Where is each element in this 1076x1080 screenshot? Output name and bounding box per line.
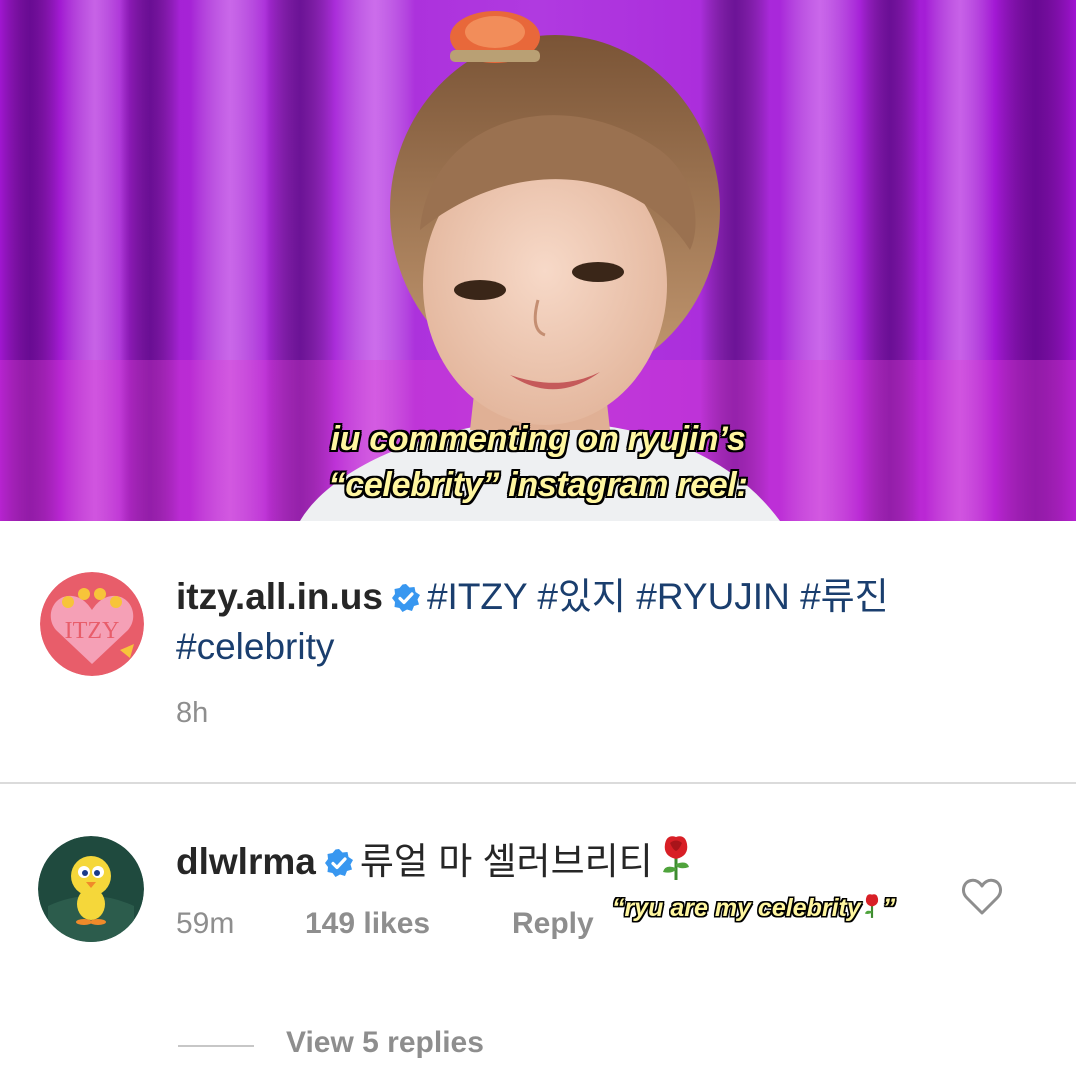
translation-caption: “ryu are my celebrity ”: [612, 893, 895, 926]
caption-line-2: “celebrity” instagram reel:: [328, 466, 748, 504]
view-replies-line: [178, 1045, 254, 1047]
comment-avatar[interactable]: [38, 836, 144, 942]
translation-close-quote: ”: [882, 894, 896, 922]
post-caption: itzy.all.in.us #ITZY #있지 #RYUJIN #류진 #cel…: [176, 574, 1036, 670]
rose-emoji: [861, 893, 883, 926]
reel-photo: iu commenting on ryujin’s “celebrity” in…: [0, 0, 1076, 521]
verified-badge-icon: [391, 578, 421, 624]
reply-button[interactable]: Reply: [512, 907, 594, 941]
tweety-avatar: [38, 836, 144, 942]
caption-line-1: iu commenting on ryujin’s: [330, 420, 746, 458]
section-divider: [0, 782, 1076, 784]
post-hashtags-line-2[interactable]: #celebrity: [176, 626, 334, 667]
comment-body: dlwlrma 류얼 마 셀러브리티: [176, 834, 695, 894]
rose-emoji: [657, 834, 695, 894]
comment-username[interactable]: dlwlrma: [176, 841, 316, 882]
post-avatar[interactable]: ITZY: [40, 572, 144, 676]
comment-timestamp: 59m: [176, 907, 235, 940]
heart-icon[interactable]: [961, 877, 1003, 917]
comment-text: 류얼 마 셀러브리티: [359, 841, 653, 882]
translation-text: “ryu are my celebrity: [612, 894, 861, 922]
post-hashtags-line-1[interactable]: #ITZY #있지 #RYUJIN #류진: [427, 576, 889, 617]
comment-likes[interactable]: 149 likes: [305, 907, 430, 941]
itzy-logo-avatar: ITZY: [40, 572, 144, 676]
view-replies-button[interactable]: View 5 replies: [286, 1026, 484, 1060]
post-timestamp: 8h: [176, 697, 209, 729]
post-username[interactable]: itzy.all.in.us: [176, 576, 383, 617]
avatar-logo-text: ITZY: [65, 618, 120, 644]
verified-badge-icon: [324, 842, 354, 890]
